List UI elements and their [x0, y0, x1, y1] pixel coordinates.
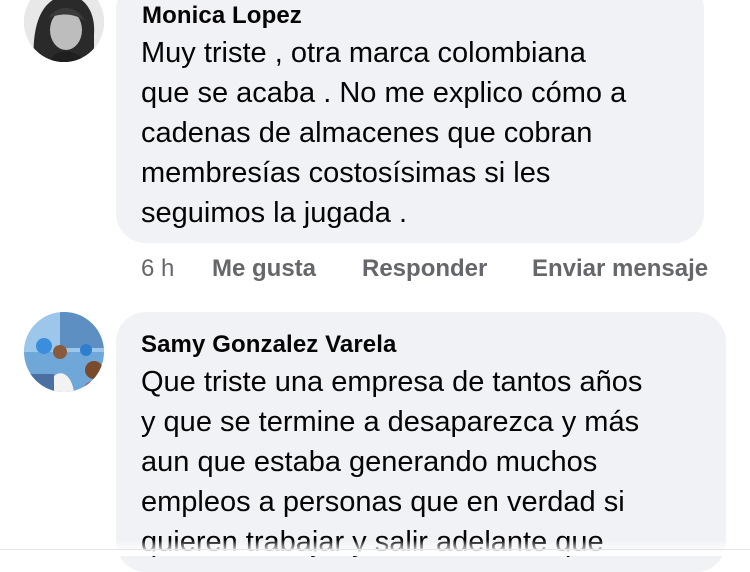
reply-button[interactable]: Responder: [362, 255, 487, 283]
comment-text-line: aun que estaba generando muchos: [141, 446, 598, 478]
comment-author-name[interactable]: Samy Gonzalez Varela: [141, 331, 396, 359]
comment-text-line: que se acaba . No me explico cómo a: [141, 77, 627, 109]
comment-author-name[interactable]: Monica Lopez: [142, 2, 302, 30]
comment-text-line: y que se termine a desaparezca y más: [141, 406, 640, 438]
comment-text-line: empleos a personas que en verdad si: [141, 486, 625, 518]
like-button[interactable]: Me gusta: [212, 255, 316, 283]
send-message-button[interactable]: Enviar mensaje: [532, 255, 708, 283]
divider: [0, 549, 750, 550]
comment-text-line: seguimos la jugada .: [141, 197, 407, 229]
avatar-monica-lopez[interactable]: [24, 0, 104, 62]
scroll-fade: [0, 540, 750, 556]
comment-timestamp[interactable]: 6 h: [141, 255, 174, 283]
comment-text-line: Que triste una empresa de tantos años: [141, 366, 643, 398]
avatar-samy-gonzalez-varela[interactable]: [24, 312, 104, 392]
profile-photo-icon: [24, 312, 104, 392]
comment-text-line: cadenas de almacenes que cobran: [141, 117, 593, 149]
comment-text-line: Muy triste , otra marca colombiana: [141, 37, 586, 69]
comment-text-line: membresías costosísimas si les: [141, 157, 551, 189]
profile-photo-icon: [24, 0, 104, 62]
